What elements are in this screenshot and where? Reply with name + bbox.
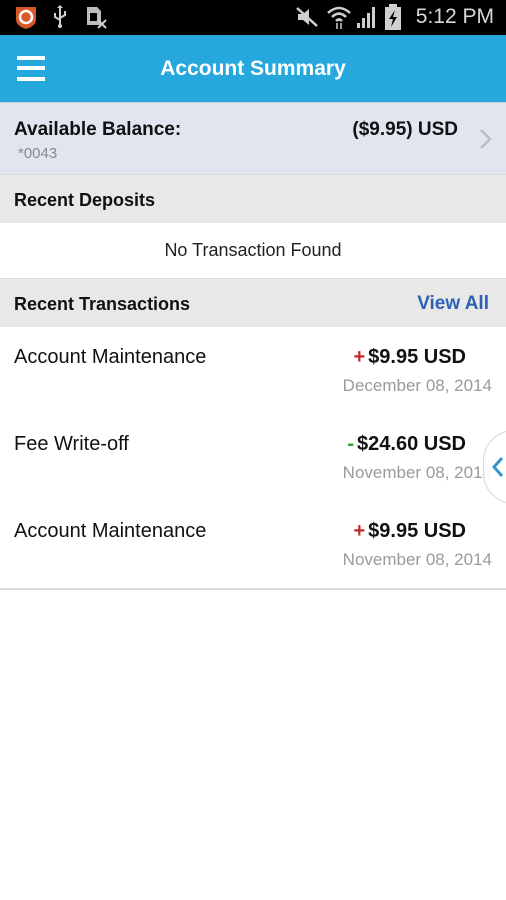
- transaction-sign: +: [353, 520, 366, 542]
- transaction-amount: + $9.95 USD: [353, 346, 466, 369]
- chevron-left-icon: [491, 457, 504, 477]
- recent-transactions-header: Recent Transactions View All: [0, 278, 506, 328]
- transaction-row[interactable]: Account Maintenance + $9.95 USD November …: [0, 501, 506, 590]
- app-bar: Account Summary: [0, 35, 506, 102]
- wifi-icon: [326, 5, 352, 29]
- balance-amount: ($9.95) USD: [352, 119, 458, 140]
- status-bar: 5:12 PM: [0, 0, 506, 35]
- cell-signal-icon: [355, 5, 379, 29]
- available-balance-row[interactable]: Available Balance: *0043 ($9.95) USD: [0, 102, 506, 174]
- transaction-description: Account Maintenance: [14, 346, 207, 368]
- recent-deposits-header: Recent Deposits: [0, 174, 506, 224]
- mute-icon: [295, 5, 319, 29]
- recent-transactions-title: Recent Transactions: [14, 294, 191, 314]
- recent-deposits-title: Recent Deposits: [14, 190, 156, 210]
- transaction-amount-value: $9.95 USD: [368, 346, 466, 368]
- transaction-amount-value: $24.60 USD: [357, 433, 466, 455]
- transaction-amount: - $24.60 USD: [347, 433, 466, 456]
- no-deposits-message: No Transaction Found: [0, 223, 506, 278]
- page-title: Account Summary: [160, 57, 346, 80]
- transaction-description: Fee Write-off: [14, 433, 129, 455]
- transaction-date: November 08, 2014: [342, 463, 492, 482]
- battery-charging-icon: [384, 4, 402, 30]
- transaction-row[interactable]: Account Maintenance + $9.95 USD December …: [0, 327, 506, 416]
- security-shield-icon: [13, 5, 39, 29]
- chevron-right-icon: [478, 127, 494, 151]
- usb-icon: [51, 5, 69, 29]
- transaction-amount-value: $9.95 USD: [368, 520, 466, 542]
- transaction-row[interactable]: Fee Write-off - $24.60 USD November 08, 2…: [0, 414, 506, 503]
- transaction-date: December 08, 2014: [342, 376, 492, 395]
- transaction-amount: + $9.95 USD: [353, 520, 466, 543]
- transaction-sign: -: [347, 433, 355, 455]
- balance-label: Available Balance:: [14, 119, 182, 140]
- transaction-sign: +: [353, 346, 366, 368]
- no-sim-icon: [84, 5, 108, 29]
- clock: 5:12 PM: [415, 5, 494, 28]
- transaction-date: November 08, 2014: [342, 550, 492, 569]
- transaction-description: Account Maintenance: [14, 520, 207, 542]
- account-number: *0043: [18, 145, 58, 162]
- view-all-link[interactable]: View All: [417, 293, 489, 315]
